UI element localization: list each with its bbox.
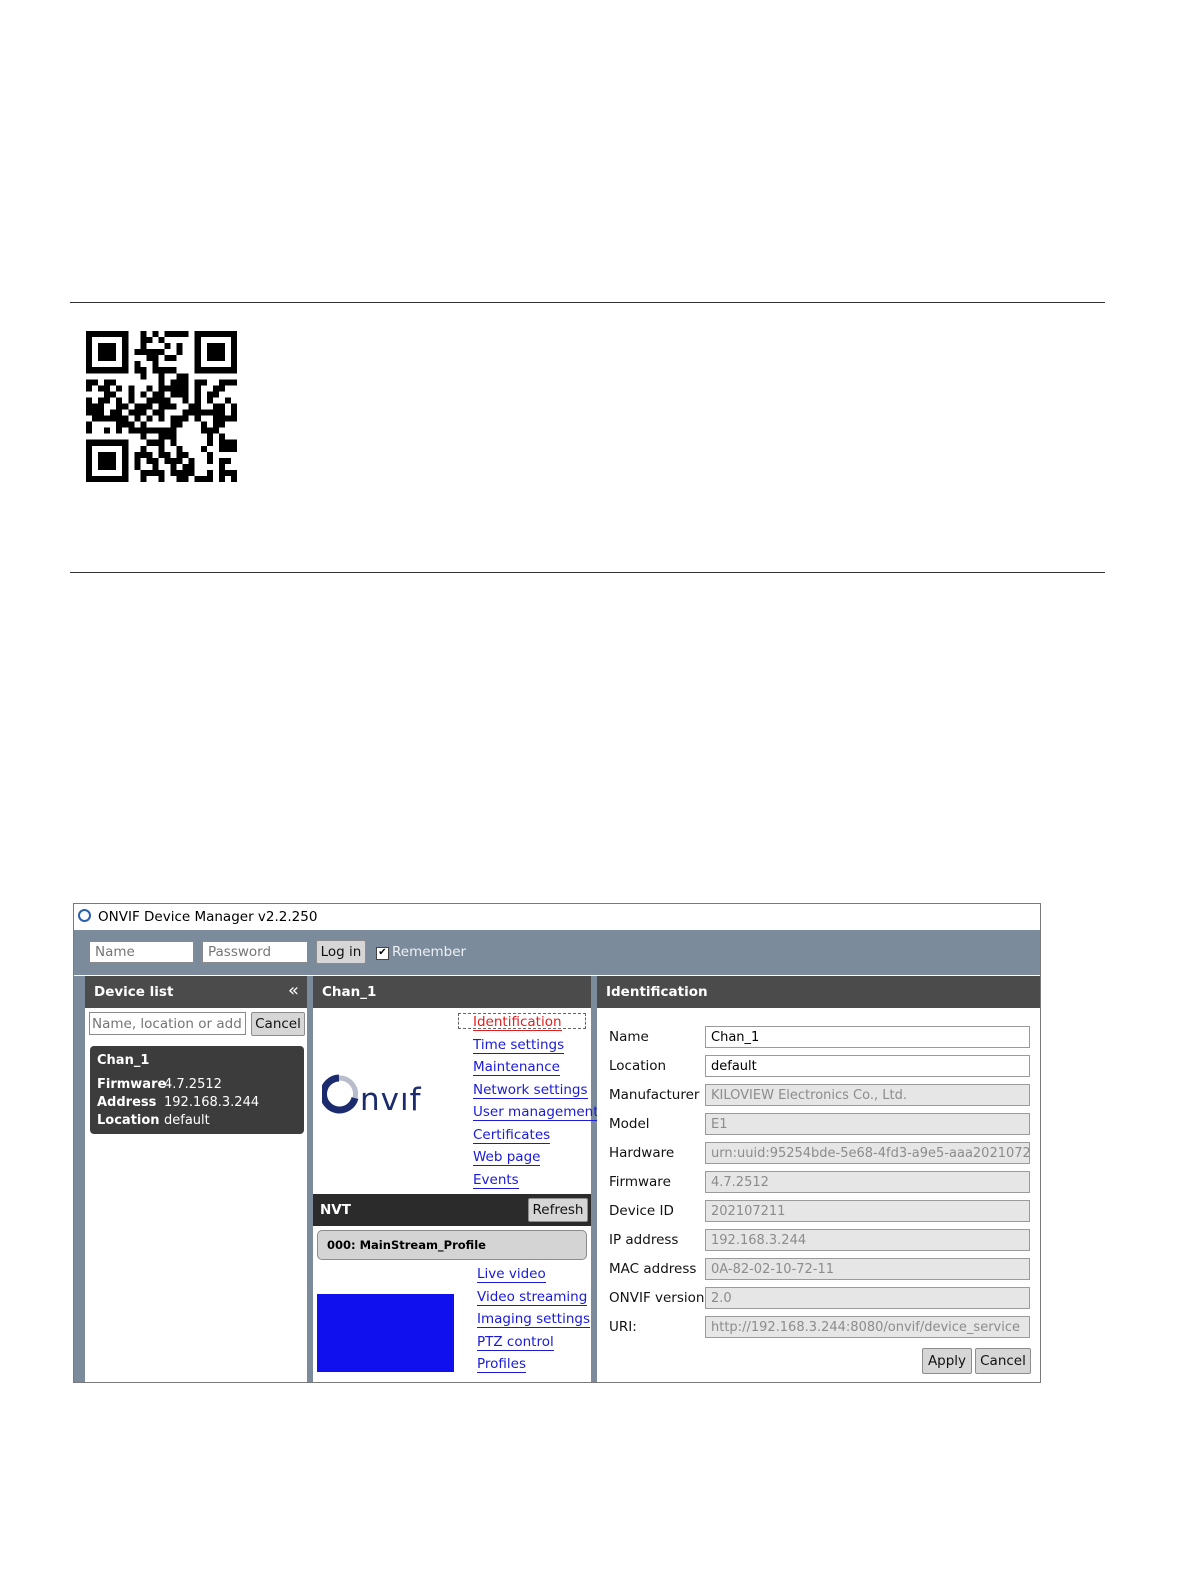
identification-title: Identification xyxy=(606,984,708,1000)
password-input[interactable] xyxy=(202,941,308,963)
uri-field[interactable]: http://192.168.3.244:8080/onvif/device_s… xyxy=(705,1316,1030,1338)
manufacturer-label: Manufacturer xyxy=(609,1087,700,1103)
firmware-label: Firmware xyxy=(97,1077,167,1092)
apply-button[interactable]: Apply xyxy=(922,1348,972,1374)
device-panel-header: Chan_1 xyxy=(313,976,591,1008)
address-label: Address xyxy=(97,1095,157,1110)
device-list-panel: Device list « Cancel Chan_1 Firmware 4.7… xyxy=(85,976,307,1382)
device-list-header: Device list « xyxy=(85,976,307,1008)
onvif-version-field[interactable]: 2.0 xyxy=(705,1287,1030,1309)
link-web-page[interactable]: Web page xyxy=(473,1149,541,1166)
device-panel-title: Chan_1 xyxy=(322,984,377,1000)
mac-address-field[interactable]: 0A-82-02-10-72-11 xyxy=(705,1258,1030,1280)
firmware-value: 4.7.2512 xyxy=(164,1077,222,1092)
model-field[interactable]: E1 xyxy=(705,1113,1030,1135)
location-field[interactable]: default xyxy=(705,1055,1030,1077)
qr-code xyxy=(86,331,237,482)
onvif-logo: nvıf xyxy=(320,1074,452,1118)
device-card[interactable]: Chan_1 Firmware 4.7.2512 Address 192.168… xyxy=(90,1046,304,1134)
link-video-streaming[interactable]: Video streaming xyxy=(477,1289,588,1306)
device-id-field[interactable]: 202107211 xyxy=(705,1200,1030,1222)
app-icon xyxy=(78,909,91,922)
name-field[interactable]: Chan_1 xyxy=(705,1026,1030,1048)
onvif-version-label: ONVIF version xyxy=(609,1290,705,1306)
title-bar: ONVIF Device Manager v2.2.250 xyxy=(74,904,1040,930)
name-label: Name xyxy=(609,1029,649,1045)
device-id-label: Device ID xyxy=(609,1203,674,1219)
hardware-label: Hardware xyxy=(609,1145,675,1161)
link-certificates[interactable]: Certificates xyxy=(473,1127,551,1144)
hardware-field[interactable]: urn:uuid:95254bde-5e68-4fd3-a9e5-aaa2021… xyxy=(705,1142,1030,1164)
ip-address-label: IP address xyxy=(609,1232,679,1248)
login-bar: Log in ✔ Remember xyxy=(74,930,1040,975)
link-profiles[interactable]: Profiles xyxy=(477,1356,527,1373)
link-live-video[interactable]: Live video xyxy=(477,1266,546,1283)
name-input[interactable] xyxy=(89,941,194,963)
device-name: Chan_1 xyxy=(97,1053,150,1068)
ip-address-field[interactable]: 192.168.3.244 xyxy=(705,1229,1030,1251)
identification-focus-box xyxy=(458,1013,586,1029)
link-time-settings[interactable]: Time settings xyxy=(473,1037,565,1054)
collapse-icon[interactable]: « xyxy=(288,980,299,1001)
device-search-cancel-button[interactable]: Cancel xyxy=(251,1012,305,1036)
link-events[interactable]: Events xyxy=(473,1172,519,1189)
window-title: ONVIF Device Manager v2.2.250 xyxy=(98,909,318,925)
login-button[interactable]: Log in xyxy=(316,940,366,964)
identification-panel: Identification Name Chan_1 Location default… xyxy=(597,976,1040,1382)
firmware-field[interactable]: 4.7.2512 xyxy=(705,1171,1030,1193)
link-ptz-control[interactable]: PTZ control xyxy=(477,1334,554,1351)
manufacturer-field[interactable]: KILOVIEW Electronics Co., Ltd. xyxy=(705,1084,1030,1106)
firmware-label: Firmware xyxy=(609,1174,671,1190)
device-search-input[interactable] xyxy=(89,1012,246,1035)
top-divider xyxy=(70,302,1105,303)
model-label: Model xyxy=(609,1116,650,1132)
refresh-button[interactable]: Refresh xyxy=(528,1198,588,1222)
profile-item[interactable]: 000: MainStream_Profile xyxy=(317,1230,587,1260)
identification-header: Identification xyxy=(597,976,1040,1008)
device-list-title: Device list xyxy=(94,984,174,1000)
address-value: 192.168.3.244 xyxy=(164,1095,260,1110)
link-maintenance[interactable]: Maintenance xyxy=(473,1059,560,1076)
remember-checkbox[interactable]: ✔ xyxy=(376,947,389,960)
location-value: default xyxy=(164,1113,210,1128)
link-imaging-settings[interactable]: Imaging settings xyxy=(477,1311,590,1328)
cancel-button[interactable]: Cancel xyxy=(975,1348,1031,1374)
location-label: Location xyxy=(609,1058,667,1074)
mac-address-label: MAC address xyxy=(609,1261,697,1277)
link-user-management[interactable]: User management xyxy=(473,1104,599,1121)
nvt-header: NVT Refresh xyxy=(313,1194,591,1226)
remember-label: Remember xyxy=(392,944,467,960)
uri-label: URI: xyxy=(609,1319,637,1335)
link-network-settings[interactable]: Network settings xyxy=(473,1082,588,1099)
profile-name: 000: MainStream_Profile xyxy=(327,1238,486,1252)
location-label: Location xyxy=(97,1113,160,1128)
device-panel: Chan_1 nvıf Identification Time settings… xyxy=(313,976,599,1382)
nvt-title: NVT xyxy=(320,1202,351,1218)
left-gutter xyxy=(74,976,85,1382)
video-preview[interactable] xyxy=(317,1294,454,1372)
onvif-window: ONVIF Device Manager v2.2.250 Log in ✔ R… xyxy=(73,903,1041,1383)
svg-text:nvıf: nvıf xyxy=(360,1082,422,1114)
bottom-divider xyxy=(70,572,1105,573)
